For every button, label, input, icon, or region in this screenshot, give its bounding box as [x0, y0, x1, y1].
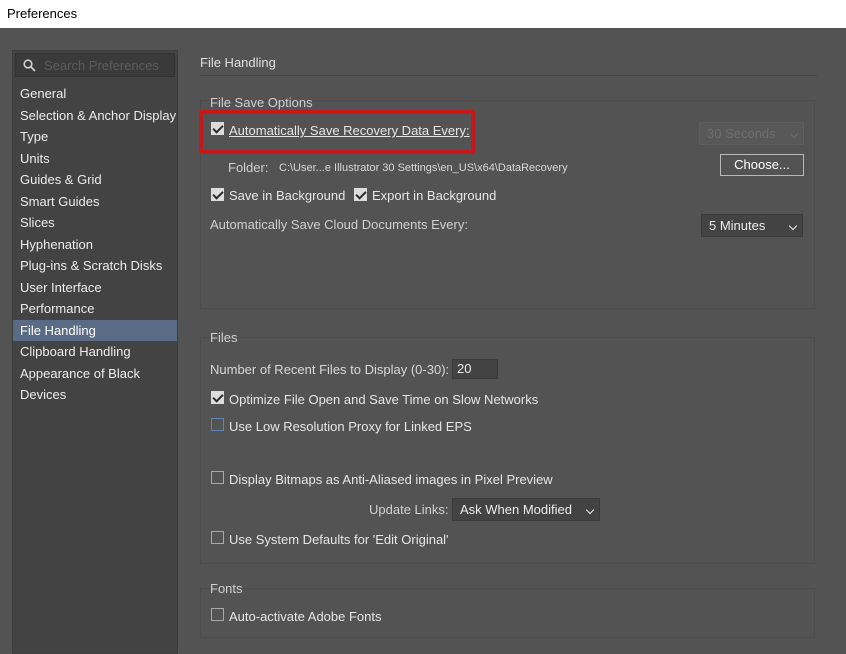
- sidebar-item-clipboard-handling[interactable]: Clipboard Handling: [13, 341, 177, 363]
- title-divider: [200, 75, 817, 76]
- search-box[interactable]: [15, 53, 175, 77]
- sidebar-item-smart-guides[interactable]: Smart Guides: [13, 191, 177, 213]
- cloud-interval-value: 5 Minutes: [709, 218, 766, 233]
- auto-activate-label: Auto-activate Adobe Fonts: [229, 609, 382, 624]
- system-defaults-label: Use System Defaults for 'Edit Original': [229, 532, 449, 547]
- export-in-background-label: Export in Background: [372, 188, 497, 203]
- chevron-down-icon: [585, 505, 595, 515]
- recent-files-input[interactable]: 20: [452, 359, 498, 379]
- sidebar-item-hyphenation[interactable]: Hyphenation: [13, 234, 177, 256]
- low-res-proxy-label: Use Low Resolution Proxy for Linked EPS: [229, 419, 472, 434]
- chevron-down-icon: [789, 129, 799, 139]
- highlight-box: [199, 110, 475, 154]
- cloud-interval-select[interactable]: 5 Minutes: [701, 214, 803, 237]
- sidebar-item-units[interactable]: Units: [13, 148, 177, 170]
- sidebar-item-performance[interactable]: Performance: [13, 298, 177, 320]
- system-defaults-checkbox[interactable]: [211, 531, 224, 544]
- optimize-label: Optimize File Open and Save Time on Slow…: [229, 392, 539, 407]
- recent-files-label: Number of Recent Files to Display (0-30)…: [210, 362, 450, 377]
- sidebar-item-general[interactable]: General: [13, 83, 177, 105]
- search-icon: [23, 59, 36, 72]
- sidebar-item-plug-ins-scratch-disks[interactable]: Plug-ins & Scratch Disks: [13, 255, 177, 277]
- sidebar-item-selection-anchor-display[interactable]: Selection & Anchor Display: [13, 105, 177, 127]
- save-in-background-label: Save in Background: [229, 188, 346, 203]
- folder-label: Folder:: [228, 160, 269, 175]
- title-bar: Preferences: [0, 0, 846, 28]
- recovery-interval-value: 30 Seconds: [707, 126, 776, 141]
- update-links-select[interactable]: Ask When Modified: [452, 498, 600, 521]
- folder-path: C:\User...e Illustrator 30 Settings\en_U…: [279, 162, 568, 174]
- chevron-down-icon: [788, 221, 798, 231]
- search-input[interactable]: [44, 56, 172, 74]
- page-title: File Handling: [200, 55, 276, 70]
- low-res-proxy-checkbox[interactable]: [211, 418, 224, 431]
- cloud-save-label: Automatically Save Cloud Documents Every…: [210, 217, 468, 232]
- export-in-background-checkbox[interactable]: [354, 188, 367, 201]
- anti-aliased-checkbox[interactable]: [211, 471, 224, 484]
- choose-folder-label: Choose...: [734, 157, 790, 172]
- update-links-value: Ask When Modified: [460, 502, 572, 517]
- file-save-options-title: File Save Options: [210, 95, 313, 110]
- sidebar-nav: General Selection & Anchor Display Type Uni…: [13, 83, 177, 406]
- auto-activate-checkbox[interactable]: [211, 608, 224, 621]
- sidebar-item-user-interface[interactable]: User Interface: [13, 277, 177, 299]
- choose-folder-button[interactable]: Choose...: [720, 154, 804, 176]
- sidebar: GeneralSelection & Anchor DisplayTypeUni…: [12, 50, 178, 654]
- sidebar-item-devices[interactable]: Devices: [13, 384, 177, 406]
- anti-aliased-label: Display Bitmaps as Anti-Aliased images i…: [229, 472, 553, 487]
- sidebar-item-guides-grid[interactable]: Guides & Grid: [13, 169, 177, 191]
- sidebar-item-slices[interactable]: Slices: [13, 212, 177, 234]
- sidebar-item-type[interactable]: Type: [13, 126, 177, 148]
- sidebar-item-file-handling[interactable]: File Handling: [13, 319, 177, 341]
- files-title: Files: [210, 330, 238, 345]
- save-in-background-checkbox[interactable]: [211, 188, 224, 201]
- update-links-label: Update Links:: [369, 502, 449, 517]
- fonts-title: Fonts: [210, 581, 243, 596]
- window-title: Preferences: [7, 6, 78, 21]
- optimize-checkbox[interactable]: [211, 391, 224, 404]
- recovery-interval-select[interactable]: 30 Seconds: [699, 122, 804, 145]
- sidebar-item-appearance-of-black[interactable]: Appearance of Black: [13, 363, 177, 385]
- recent-files-value: 20: [457, 361, 472, 376]
